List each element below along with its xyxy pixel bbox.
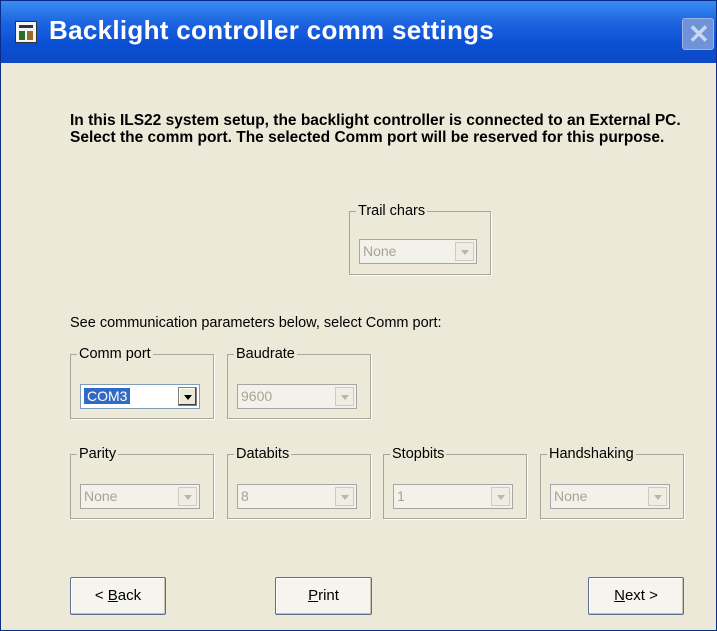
- print-button[interactable]: Print: [275, 577, 372, 615]
- parity-dropdown[interactable]: None: [80, 484, 200, 509]
- databits-value: 8: [241, 488, 249, 504]
- comm-port-dropdown[interactable]: COM3: [80, 384, 200, 409]
- next-button[interactable]: Next >: [588, 577, 684, 615]
- intro-text: In this ILS22 system setup, the backligh…: [70, 112, 681, 146]
- chevron-down-icon[interactable]: [178, 387, 197, 406]
- databits-group: Databits 8: [227, 446, 371, 519]
- chevron-down-icon[interactable]: [648, 487, 667, 506]
- chevron-down-icon[interactable]: [491, 487, 510, 506]
- app-icon: [15, 21, 37, 43]
- next-button-accel: N: [614, 587, 625, 604]
- close-button[interactable]: ✕: [682, 18, 714, 50]
- close-icon: ✕: [688, 19, 710, 49]
- comm-port-label: Comm port: [79, 346, 151, 362]
- comm-port-value: COM3: [84, 388, 131, 404]
- handshaking-group: Handshaking None: [540, 446, 684, 519]
- comm-port-group: Comm port COM3: [70, 346, 214, 419]
- handshaking-label: Handshaking: [549, 446, 634, 462]
- handshaking-value: None: [554, 488, 588, 504]
- databits-label: Databits: [236, 446, 290, 462]
- handshaking-dropdown[interactable]: None: [550, 484, 670, 509]
- print-button-accel: P: [308, 587, 319, 604]
- stopbits-dropdown[interactable]: 1: [393, 484, 513, 509]
- next-button-rest: ext >: [624, 587, 658, 604]
- dialog-window: Backlight controller comm settings ✕ In …: [0, 0, 717, 631]
- databits-dropdown[interactable]: 8: [237, 484, 357, 509]
- print-button-rest: rint: [318, 587, 339, 604]
- trail-chars-value: None: [363, 243, 397, 259]
- back-button-prefix: <: [94, 587, 108, 604]
- back-button[interactable]: < Back: [70, 577, 166, 615]
- parity-label: Parity: [79, 446, 117, 462]
- stopbits-group: Stopbits 1: [383, 446, 527, 519]
- stopbits-label: Stopbits: [392, 446, 445, 462]
- chevron-down-icon[interactable]: [455, 242, 474, 261]
- trail-chars-label: Trail chars: [358, 203, 426, 219]
- baudrate-group: Baudrate 9600: [227, 346, 371, 419]
- parity-group: Parity None: [70, 446, 214, 519]
- parity-value: None: [84, 488, 118, 504]
- baudrate-value: 9600: [241, 388, 273, 404]
- stopbits-value: 1: [397, 488, 405, 504]
- chevron-down-icon[interactable]: [335, 387, 354, 406]
- title-bar[interactable]: Backlight controller comm settings ✕: [1, 1, 716, 63]
- trail-chars-dropdown[interactable]: None: [359, 239, 477, 264]
- window-title: Backlight controller comm settings: [49, 15, 495, 45]
- comm-hint-text: See communication parameters below, sele…: [70, 315, 442, 331]
- back-button-rest: ack: [117, 587, 142, 604]
- baudrate-label: Baudrate: [236, 346, 295, 362]
- baudrate-dropdown[interactable]: 9600: [237, 384, 357, 409]
- back-button-accel: B: [107, 587, 118, 604]
- chevron-down-icon[interactable]: [335, 487, 354, 506]
- chevron-down-icon[interactable]: [178, 487, 197, 506]
- trail-chars-group: Trail chars None: [349, 203, 491, 275]
